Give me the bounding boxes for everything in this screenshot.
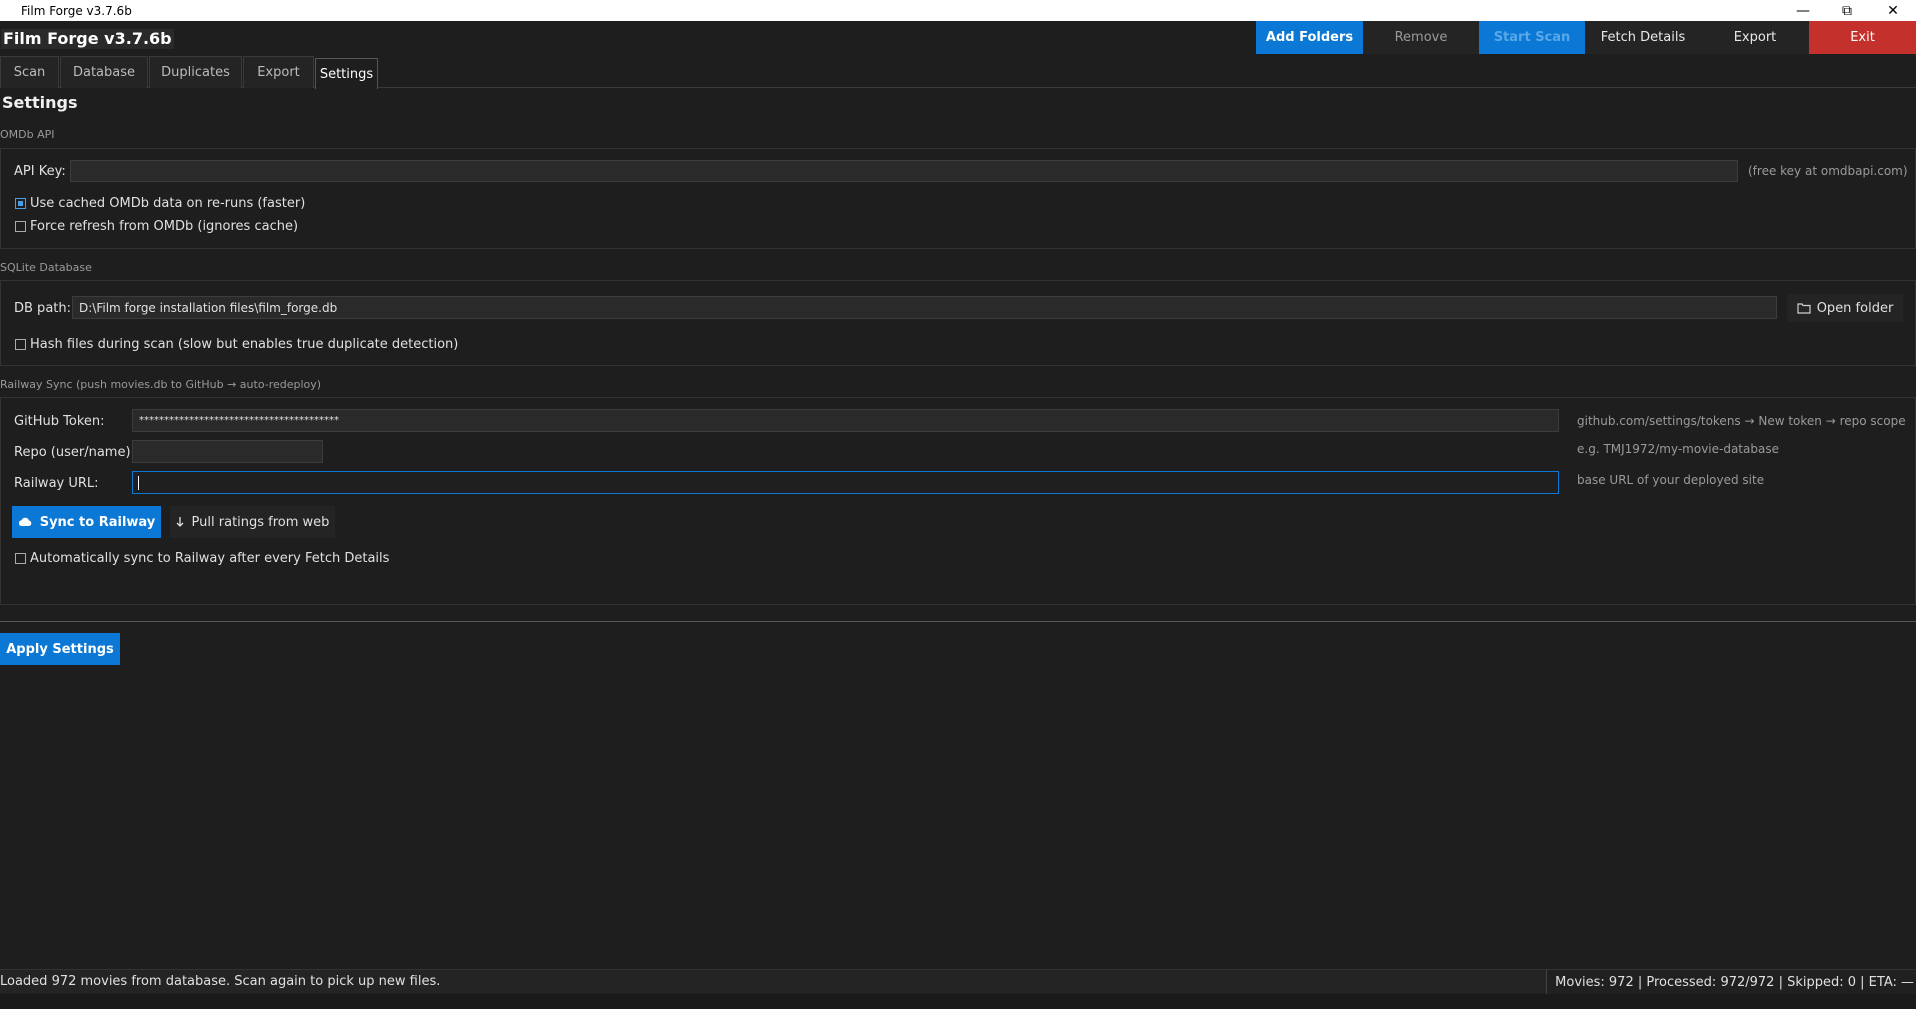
- folder-icon: [1797, 303, 1811, 314]
- force-refresh-checkbox[interactable]: [15, 221, 26, 232]
- tab-export[interactable]: Export: [243, 56, 314, 88]
- repo-input[interactable]: [132, 440, 323, 463]
- status-message: Loaded 972 movies from database. Scan ag…: [0, 974, 441, 989]
- open-folder-button[interactable]: Open folder: [1787, 294, 1903, 322]
- tab-bar: Scan Database Duplicates Export Settings: [0, 56, 1916, 89]
- auto-sync-checkbox[interactable]: [15, 553, 26, 564]
- auto-sync-label[interactable]: Automatically sync to Railway after ever…: [30, 551, 389, 566]
- force-refresh-label[interactable]: Force refresh from OMDb (ignores cache): [30, 219, 298, 234]
- hash-files-label[interactable]: Hash files during scan (slow but enables…: [30, 337, 458, 352]
- window-title: Film Forge v3.7.6b: [21, 3, 132, 18]
- sqlite-group-label: SQLite Database: [0, 261, 92, 274]
- add-folders-button[interactable]: Add Folders: [1256, 21, 1363, 54]
- api-key-input[interactable]: [70, 160, 1738, 182]
- window-titlebar: Film Forge v3.7.6b — ⧉ ✕: [0, 0, 1916, 21]
- open-folder-label: Open folder: [1816, 300, 1894, 316]
- railway-url-label: Railway URL:: [14, 476, 99, 491]
- close-icon[interactable]: ✕: [1870, 0, 1916, 21]
- sync-to-railway-button[interactable]: Sync to Railway: [12, 506, 161, 538]
- omdb-group-label: OMDb API: [0, 128, 55, 141]
- sqlite-group: [0, 280, 1916, 366]
- hash-files-checkbox[interactable]: [15, 339, 26, 350]
- api-key-hint: (free key at omdbapi.com): [1748, 164, 1908, 178]
- repo-hint: e.g. TMJ1972/my-movie-database: [1577, 442, 1779, 456]
- tab-scan[interactable]: Scan: [0, 56, 59, 88]
- github-token-hint: github.com/settings/tokens → New token →…: [1577, 414, 1906, 428]
- export-button[interactable]: Export: [1701, 21, 1809, 54]
- remove-button[interactable]: Remove: [1363, 21, 1479, 54]
- use-cached-checkbox[interactable]: [15, 198, 26, 209]
- page-title: Settings: [2, 93, 78, 112]
- tab-duplicates[interactable]: Duplicates: [149, 56, 242, 88]
- api-key-label: API Key:: [14, 164, 66, 179]
- apply-settings-button[interactable]: Apply Settings: [0, 633, 120, 665]
- text-cursor: [138, 476, 139, 490]
- status-stats: Movies: 972 | Processed: 972/972 | Skipp…: [1546, 970, 1916, 994]
- pull-ratings-button[interactable]: Pull ratings from web: [170, 506, 335, 538]
- github-token-input[interactable]: ****************************************: [132, 409, 1559, 432]
- railway-group-label: Railway Sync (push movies.db to GitHub →…: [0, 378, 322, 391]
- pull-ratings-label: Pull ratings from web: [191, 514, 330, 530]
- fetch-details-button[interactable]: Fetch Details: [1585, 21, 1701, 54]
- railway-url-hint: base URL of your deployed site: [1577, 473, 1765, 487]
- maximize-icon[interactable]: ⧉: [1824, 0, 1870, 21]
- railway-url-input[interactable]: [132, 471, 1559, 494]
- repo-label: Repo (user/name):: [14, 445, 135, 460]
- sync-to-railway-label: Sync to Railway: [39, 514, 156, 530]
- download-arrow-icon: [176, 517, 184, 527]
- minimize-icon[interactable]: —: [1780, 0, 1826, 21]
- tab-database[interactable]: Database: [60, 56, 148, 88]
- db-path-input[interactable]: D:\Film forge installation files\film_fo…: [72, 296, 1777, 319]
- db-path-label: DB path:: [14, 301, 71, 316]
- tab-settings[interactable]: Settings: [315, 58, 378, 89]
- exit-button[interactable]: Exit: [1809, 21, 1916, 54]
- start-scan-button[interactable]: Start Scan: [1479, 21, 1585, 54]
- divider: [0, 621, 1916, 622]
- use-cached-label[interactable]: Use cached OMDb data on re-runs (faster): [30, 196, 305, 211]
- app-title: Film Forge v3.7.6b: [1, 29, 174, 49]
- status-bar: Loaded 972 movies from database. Scan ag…: [0, 969, 1916, 994]
- cloud-icon: [18, 517, 31, 526]
- bottom-strip: [0, 994, 1916, 1009]
- github-token-label: GitHub Token:: [14, 414, 105, 429]
